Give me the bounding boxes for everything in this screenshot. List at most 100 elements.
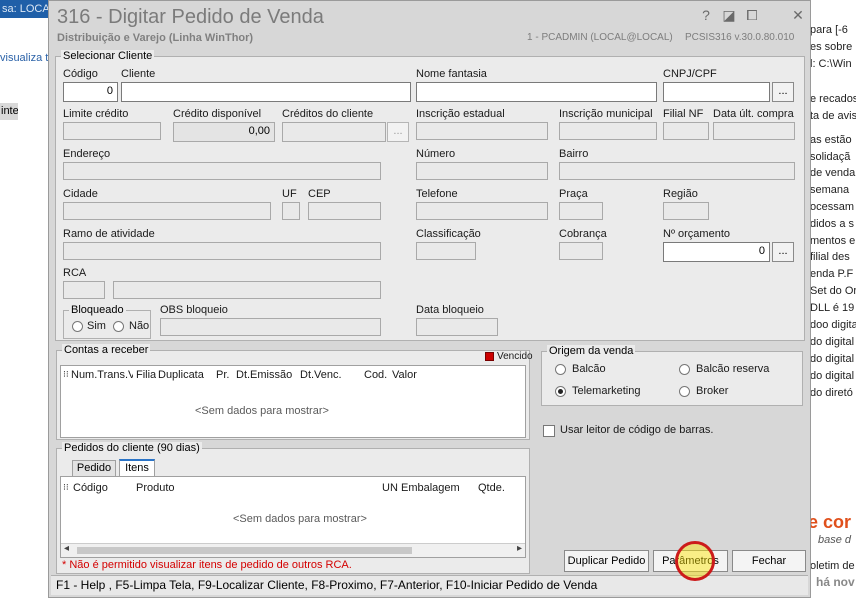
background-item[interactable]: inte [0, 103, 18, 120]
creditos-cliente-button[interactable]: ... [387, 122, 409, 142]
praca-field [559, 202, 603, 220]
codigo-field[interactable]: 0 [63, 82, 118, 102]
vencido-label: Vencido [497, 351, 533, 362]
column-header[interactable]: Código [73, 482, 108, 494]
background-text-line: do digital [810, 336, 855, 348]
numero-field [416, 162, 548, 180]
column-header[interactable]: Produto [136, 482, 175, 494]
background-text-line: do diretó [810, 387, 853, 399]
grid-header-marker: ⁝⁝ [63, 482, 69, 492]
cnpj-search-button[interactable]: ... [772, 82, 794, 102]
column-header[interactable]: Dt.Venc. [300, 369, 342, 381]
background-text-line: e recados [810, 93, 856, 105]
background-text-line: doo digital [810, 319, 856, 331]
cobranca-field [559, 242, 603, 260]
credito-disponivel-label: Crédito disponível [173, 108, 262, 120]
cobranca-label: Cobrança [559, 228, 607, 240]
column-header[interactable]: UN [382, 482, 398, 494]
bloqueado-sim-radio[interactable] [72, 321, 83, 332]
obs-bloqueio-label: OBS bloqueio [160, 304, 228, 316]
bloqueado-nao-radio[interactable] [113, 321, 124, 332]
ramo-atividade-label: Ramo de atividade [63, 228, 155, 240]
background-topbar: sa: LOCA [0, 0, 50, 18]
click-highlight-marker [675, 541, 715, 581]
column-header[interactable]: Qtde. [478, 482, 505, 494]
inscricao-estadual-label: Inscrição estadual [416, 108, 505, 120]
creditos-cliente-field [282, 122, 386, 142]
background-text-line: DLL é 19 [810, 302, 855, 314]
data-bloqueio-label: Data bloqueio [416, 304, 484, 316]
nome-fantasia-field[interactable] [416, 82, 657, 102]
origem-venda-group: Origem da venda Balcão Balcão reserva Te… [541, 345, 803, 406]
column-header[interactable]: Valor [392, 369, 417, 381]
itens-grid[interactable]: ⁝⁝ Código Produto UN Embalagem Qtde. <Se… [60, 476, 526, 558]
column-header[interactable]: Pr. [216, 369, 229, 381]
origem-broker-radio[interactable] [679, 386, 690, 397]
data-ult-compra-field [713, 122, 795, 140]
endereco-field [63, 162, 381, 180]
cliente-field[interactable] [121, 82, 411, 102]
cep-field [308, 202, 381, 220]
itens-horizontal-scrollbar[interactable]: ◂ ▸ [61, 543, 525, 557]
background-link[interactable]: visualiza t [0, 52, 50, 64]
cep-label: CEP [308, 188, 331, 200]
origem-balcao-reserva-radio[interactable] [679, 364, 690, 375]
leitor-codigo-barras-checkbox[interactable] [543, 425, 555, 437]
scroll-thumb[interactable] [77, 547, 412, 554]
column-header[interactable]: Dt.Emissão [236, 369, 292, 381]
column-header[interactable]: Duplicata [158, 369, 204, 381]
uf-label: UF [282, 188, 297, 200]
bloqueado-nao-label: Não [129, 320, 150, 332]
bloqueado-group: Bloqueado Sim Não [63, 304, 151, 339]
limite-credito-label: Limite crédito [63, 108, 129, 120]
telefone-field [416, 202, 548, 220]
numero-label: Número [416, 148, 456, 160]
window-subtitle: Distribuição e Varejo (Linha WinThor) [57, 32, 254, 44]
tab-pedido[interactable]: Pedido [72, 460, 116, 476]
restore-icon[interactable]: ◪ [720, 6, 738, 24]
cnpj-label: CNPJ/CPF [663, 68, 717, 80]
regiao-label: Região [663, 188, 698, 200]
column-header[interactable]: Embalagem [401, 482, 460, 494]
uf-field [282, 202, 300, 220]
contas-grid[interactable]: ⁝⁝ Num.Trans.V Filia Duplicata Pr. Dt.Em… [60, 365, 526, 438]
column-header[interactable]: Filia [136, 369, 156, 381]
background-app-right: para [-6 es sobre l l: C:\Win e recados … [808, 0, 856, 598]
scroll-left-icon[interactable]: ◂ [64, 543, 69, 554]
origem-balcao-radio[interactable] [555, 364, 566, 375]
origem-balcao-label: Balcão [572, 363, 606, 375]
background-text-line: es sobre l [810, 41, 856, 53]
orcamento-field[interactable]: 0 [663, 242, 770, 262]
orcamento-search-button[interactable]: ... [772, 242, 794, 262]
inscricao-municipal-label: Inscrição municipal [559, 108, 653, 120]
column-header[interactable]: Cod. [364, 369, 387, 381]
tab-itens[interactable]: Itens [119, 459, 155, 476]
background-app-left: sa: LOCA visualiza t inte [0, 0, 50, 598]
help-icon[interactable]: ? [697, 6, 715, 24]
inscricao-estadual-field [416, 122, 548, 140]
itens-empty-message: <Sem dados para mostrar> [233, 513, 367, 525]
selecionar-cliente-group: Selecionar Cliente Código 0 Cliente Nome… [55, 50, 805, 341]
close-icon[interactable]: ✕ [789, 6, 807, 24]
pedidos-title: Pedidos do cliente (90 dias) [62, 442, 202, 454]
background-text-line: l: C:\Win [810, 58, 852, 70]
origem-telemarketing-radio[interactable] [555, 386, 566, 397]
version-info: PCSIS316 v.30.0.80.010 [685, 32, 795, 43]
column-header[interactable]: Num.Trans.V [71, 369, 133, 381]
cnpj-field[interactable] [663, 82, 770, 102]
duplicar-pedido-button[interactable]: Duplicar Pedido [564, 550, 649, 572]
endereco-label: Endereço [63, 148, 111, 160]
bairro-label: Bairro [559, 148, 589, 160]
origem-title: Origem da venda [547, 345, 636, 357]
background-caption: base d [818, 534, 852, 546]
obs-bloqueio-field [160, 318, 381, 336]
minimize-icon[interactable]: ⧠ [743, 6, 761, 24]
fechar-button[interactable]: Fechar [732, 550, 806, 572]
background-text-line: didos a s [810, 218, 855, 230]
data-bloqueio-field [416, 318, 498, 336]
origem-broker-label: Broker [696, 385, 729, 397]
regiao-field [663, 202, 709, 220]
cidade-field [63, 202, 271, 220]
group-title: Selecionar Cliente [61, 50, 155, 62]
scroll-right-icon[interactable]: ▸ [517, 543, 522, 554]
